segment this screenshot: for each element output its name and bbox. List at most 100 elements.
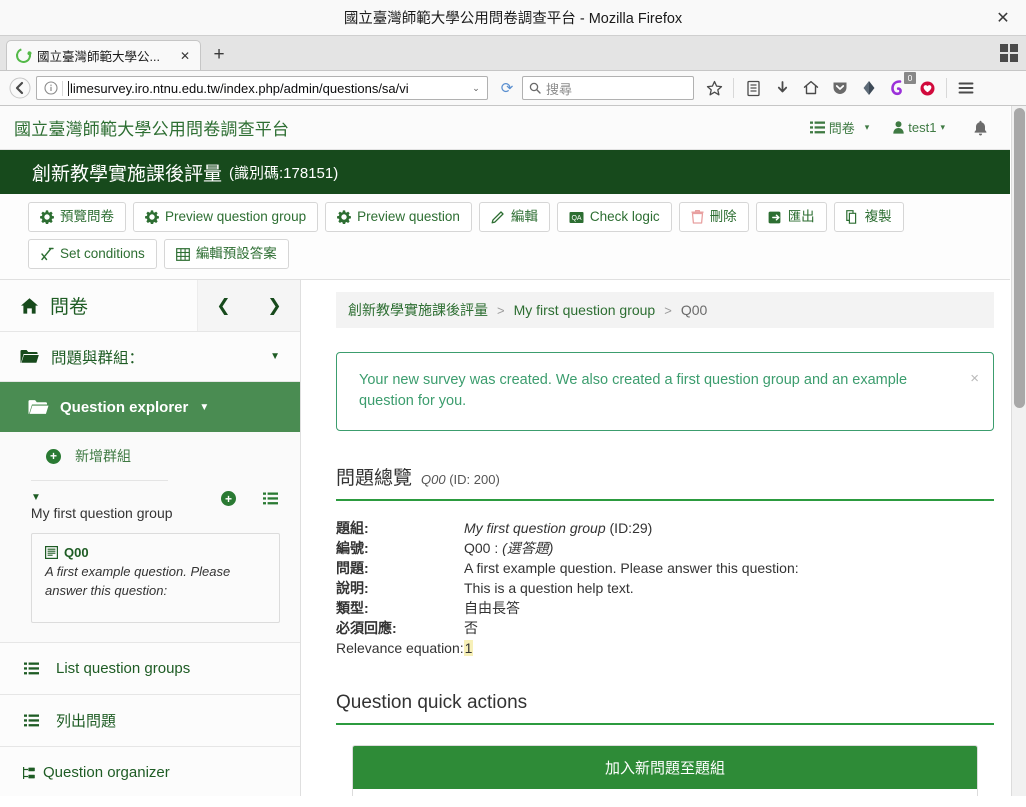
reload-button[interactable]: ⟳ bbox=[494, 75, 520, 101]
add-question-button[interactable]: + bbox=[221, 491, 236, 507]
preview-question-group-label: Preview question group bbox=[165, 209, 307, 224]
export-question-button[interactable]: 匯出 bbox=[755, 202, 827, 233]
summary-value: Q00 : bbox=[464, 539, 499, 556]
sidebar-questions-groups-label: 問題與群組： bbox=[51, 349, 145, 367]
summary-value: This is a question help text. bbox=[464, 579, 634, 596]
user-caret-icon: ▾ bbox=[940, 122, 945, 132]
sidebar-prev-button[interactable]: ❮ bbox=[198, 280, 249, 331]
breadcrumb-item-survey[interactable]: 創新教學實施課後評量 bbox=[348, 300, 488, 320]
library-icon[interactable] bbox=[739, 74, 767, 102]
list-icon bbox=[24, 662, 39, 675]
copy-question-label: 複製 bbox=[864, 209, 892, 224]
add-group-button[interactable]: + 新增群組 bbox=[0, 432, 300, 480]
summary-row-help: 說明: This is a question help text. bbox=[336, 578, 994, 598]
summary-value-relevance: 1 bbox=[463, 639, 474, 656]
sidebar-item-question-organizer[interactable]: Question organizer bbox=[0, 746, 300, 796]
question-toolbar: 預覽問卷 Preview question group Preview ques… bbox=[0, 194, 1010, 281]
copy-question-button[interactable]: 複製 bbox=[833, 202, 904, 233]
svg-text:QA: QA bbox=[571, 215, 581, 222]
pocket-shield-icon[interactable] bbox=[826, 74, 854, 102]
sidebar-question-card[interactable]: Q00 A first example question. Please ans… bbox=[31, 533, 280, 624]
back-button[interactable] bbox=[6, 74, 34, 102]
preview-question-label: Preview question bbox=[357, 209, 460, 224]
sync-diamond-icon[interactable] bbox=[855, 74, 883, 102]
list-icon bbox=[24, 714, 39, 727]
address-bar[interactable]: limesurvey.iro.ntnu.edu.tw/index.php/adm… bbox=[36, 76, 488, 100]
open-folder-icon bbox=[28, 399, 49, 415]
preview-survey-button[interactable]: 預覽問卷 bbox=[28, 202, 126, 233]
quick-actions-title: Question quick actions bbox=[336, 692, 994, 725]
edit-default-answers-button[interactable]: 編輯預設答案 bbox=[163, 239, 289, 270]
sidebar-next-button[interactable]: ❯ bbox=[249, 280, 300, 331]
user-menu[interactable]: test1 ▾ bbox=[889, 118, 949, 137]
surveys-menu[interactable]: 問卷 bbox=[806, 116, 859, 139]
edit-question-button[interactable]: 編輯 bbox=[478, 202, 550, 233]
organizer-icon bbox=[22, 766, 36, 780]
sidebar-item-list-question-groups[interactable]: List question groups bbox=[0, 642, 300, 695]
breadcrumb: 創新教學實施課後評量 > My first question group > Q… bbox=[336, 292, 994, 329]
breadcrumb-item-group[interactable]: My first question group bbox=[514, 302, 656, 318]
chevron-down-icon[interactable]: ▼ bbox=[199, 402, 209, 413]
summary-value: 否 bbox=[464, 619, 478, 636]
page-scrollbar-thumb[interactable] bbox=[1014, 108, 1025, 408]
main-content: 創新教學實施課後評量 > My first question group > Q… bbox=[301, 280, 1010, 796]
question-summary-id: (ID: 200) bbox=[449, 471, 500, 487]
browser-title-bar: 國立臺灣師範大學公用問卷調查平台 - Mozilla Firefox ✕ bbox=[0, 0, 1026, 36]
breadcrumb-separator: > bbox=[664, 302, 672, 318]
summary-row-relevance: Relevance equation: 1 bbox=[336, 638, 994, 658]
browser-tab-label: 國立臺灣師範大學公... bbox=[37, 50, 160, 64]
group-collapse-chevron-icon[interactable]: ▼ bbox=[31, 490, 41, 503]
set-conditions-button[interactable]: Set conditions bbox=[28, 239, 157, 270]
tab-close-icon[interactable]: ✕ bbox=[176, 49, 194, 63]
success-alert: Your new survey was created. We also cre… bbox=[336, 352, 994, 431]
edit-default-answers-label: 編輯預設答案 bbox=[195, 246, 277, 262]
sidebar-section-questions-and-groups[interactable]: 問題與群組： ▼ bbox=[0, 332, 300, 383]
preview-survey-label: 預覽問卷 bbox=[60, 209, 114, 224]
list-all-tabs-icon[interactable] bbox=[1000, 44, 1018, 62]
browser-tab[interactable]: 國立臺灣師範大學公... ✕ bbox=[6, 40, 201, 70]
surveys-caret-icon[interactable]: ▾ bbox=[865, 122, 870, 133]
sidebar-item-surveys-home[interactable]: 問卷 ❮ ❯ bbox=[0, 280, 300, 333]
alert-close-icon[interactable]: × bbox=[970, 368, 979, 389]
heart-shield-icon[interactable] bbox=[913, 74, 941, 102]
browser-tab-strip: 國立臺灣師範大學公... ✕ + bbox=[0, 36, 1026, 71]
extension-purple-icon[interactable]: 0 bbox=[884, 72, 916, 102]
export-icon bbox=[768, 211, 782, 224]
new-tab-button[interactable]: + bbox=[204, 40, 234, 70]
summary-key: 類型: bbox=[336, 599, 369, 616]
chevron-down-icon[interactable]: ▼ bbox=[270, 351, 280, 362]
delete-question-button[interactable]: 刪除 bbox=[678, 202, 749, 233]
preview-question-group-button[interactable]: Preview question group bbox=[133, 202, 319, 233]
conditions-icon bbox=[40, 247, 54, 261]
sidebar: 問卷 ❮ ❯ 問題與群組： ▼ Question explorer ▼ + 新增… bbox=[0, 280, 301, 796]
site-info-icon[interactable] bbox=[42, 80, 59, 97]
page-scrollbar[interactable] bbox=[1011, 106, 1026, 796]
notifications-bell-icon[interactable] bbox=[967, 118, 994, 138]
sidebar-group-name[interactable]: My first question group bbox=[31, 504, 173, 523]
summary-row-group: 題組: My first question group (ID:29) bbox=[336, 518, 994, 538]
window-close-button[interactable]: ✕ bbox=[980, 0, 1026, 36]
sidebar-item-question-explorer[interactable]: Question explorer ▼ bbox=[0, 382, 300, 433]
survey-title: 創新教學實施課後評量 bbox=[32, 163, 223, 185]
summary-value: A first example question. Please answer … bbox=[464, 559, 799, 576]
browser-nav-bar: limesurvey.iro.ntnu.edu.tw/index.php/adm… bbox=[0, 71, 1026, 106]
browser-search-box[interactable]: 搜尋 bbox=[522, 76, 694, 100]
preview-question-button[interactable]: Preview question bbox=[325, 202, 472, 233]
home-icon[interactable] bbox=[797, 74, 825, 102]
question-summary-table: 題組: My first question group (ID:29) 編號: … bbox=[336, 518, 994, 658]
question-summary-header: 問題總覽 Q00 (ID: 200) bbox=[336, 463, 994, 501]
pencil-icon bbox=[491, 210, 505, 224]
url-dropdown-icon[interactable]: ⌄ bbox=[468, 83, 484, 94]
toolbar-row-2: Set conditions 編輯預設答案 bbox=[28, 239, 1010, 270]
url-text[interactable]: limesurvey.iro.ntnu.edu.tw/index.php/adm… bbox=[68, 80, 468, 96]
hamburger-menu-icon[interactable] bbox=[952, 74, 980, 102]
sidebar-item-list-questions[interactable]: 列出問題 bbox=[0, 694, 300, 747]
bookmark-star-icon[interactable] bbox=[700, 74, 728, 102]
downloads-icon[interactable] bbox=[768, 74, 796, 102]
logic-icon: QA bbox=[569, 211, 584, 224]
sidebar-list-question-groups-label: List question groups bbox=[56, 660, 191, 678]
survey-id-code: (識別碼:178151) bbox=[229, 164, 339, 182]
check-logic-button[interactable]: QA Check logic bbox=[556, 202, 672, 233]
group-list-icon[interactable] bbox=[263, 492, 278, 505]
plus-circle-icon: + bbox=[46, 448, 61, 464]
